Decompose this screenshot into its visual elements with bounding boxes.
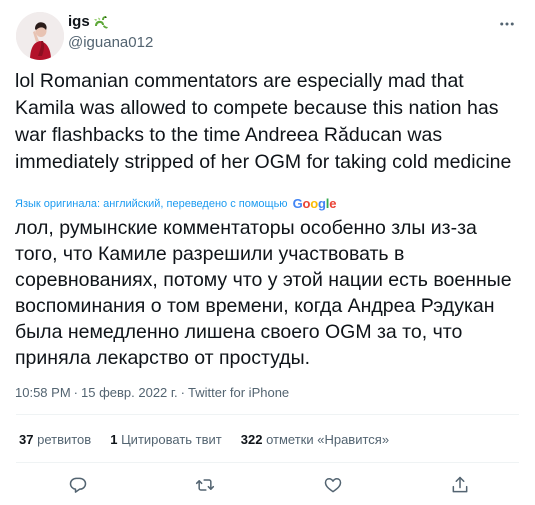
retweets-label: ретвитов — [37, 432, 92, 447]
tweet-header: igs @iguana012 — [16, 12, 523, 60]
tweet-meta: 10:58 PM · 15 февр. 2022 г. · Twitter for iP… — [15, 383, 289, 403]
retweet-button[interactable] — [190, 472, 220, 498]
retweets-stat[interactable]: 37 ретвитов — [19, 430, 91, 450]
avatar-image — [16, 12, 64, 60]
share-button[interactable] — [445, 472, 475, 498]
divider — [16, 462, 519, 463]
google-logo: Google — [292, 196, 337, 211]
avatar[interactable] — [16, 12, 64, 60]
likes-count: 322 — [240, 432, 263, 447]
tweet-source[interactable]: Twitter for iPhone — [188, 385, 289, 400]
likes-stat[interactable]: 322 отметки «Нравится» — [241, 430, 389, 450]
translation-note-text: Язык оригинала: английский, переведено с… — [15, 198, 288, 210]
likes-label: отметки «Нравится» — [266, 432, 390, 447]
translation-note[interactable]: Язык оригинала: английский, переведено с… — [15, 196, 336, 212]
dragon-emoji-icon — [92, 13, 110, 31]
reply-icon — [69, 477, 87, 493]
tweet-date[interactable]: 15 февр. 2022 г. — [81, 385, 178, 400]
more-options-button[interactable] — [491, 12, 523, 36]
tweet-time[interactable]: 10:58 PM — [15, 385, 71, 400]
translated-tweet-text: лол, румынские комментаторы особенно злы… — [15, 217, 512, 369]
tweet-actions — [0, 466, 535, 504]
tweet-text: lol Romanian commentators are especially… — [15, 70, 512, 173]
meta-separator: · — [180, 385, 185, 400]
user-handle[interactable]: @iguana012 — [68, 33, 153, 53]
like-button[interactable] — [318, 472, 348, 498]
name-row: igs — [68, 12, 153, 32]
meta-separator: · — [73, 385, 78, 400]
quotes-stat[interactable]: 1 Цитировать твит — [110, 430, 222, 450]
tweet-stats: 37 ретвитов 1 Цитировать твит 322 отметк… — [19, 430, 408, 450]
display-name[interactable]: igs — [68, 12, 90, 32]
share-icon — [452, 476, 468, 493]
more-horizontal-icon — [500, 22, 514, 26]
retweet-icon — [195, 479, 215, 491]
heart-icon — [324, 478, 342, 493]
retweets-count: 37 — [19, 432, 34, 447]
divider — [16, 414, 519, 415]
user-info: igs @iguana012 — [68, 12, 153, 53]
quotes-count: 1 — [110, 432, 118, 447]
quotes-label: Цитировать твит — [121, 432, 222, 447]
reply-button[interactable] — [63, 472, 93, 498]
